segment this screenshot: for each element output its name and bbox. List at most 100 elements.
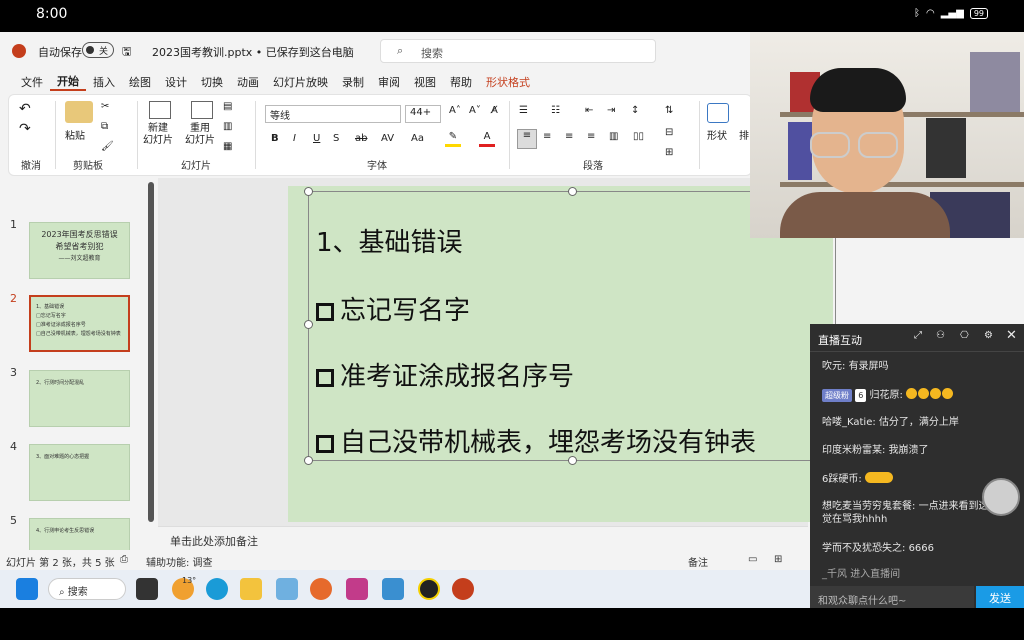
- thumb-number: 5: [10, 514, 17, 527]
- paste-icon[interactable]: [65, 101, 93, 123]
- document-title[interactable]: 2023国考教训.pptx • 已保存到这台电脑: [152, 44, 354, 60]
- thumbnail-slide-1[interactable]: 2023年国考反思错误 希望省考别犯 ——刘文超教育: [29, 222, 130, 279]
- thumbnail-scrollbar[interactable]: [148, 182, 154, 522]
- notes-toggle-icon[interactable]: ⎙: [120, 554, 128, 565]
- resize-handle[interactable]: [304, 187, 313, 196]
- numbering-icon[interactable]: ☷: [551, 105, 560, 116]
- tab-shape-format[interactable]: 形状格式: [479, 74, 537, 90]
- font-color-icon[interactable]: A: [479, 131, 495, 147]
- notes-button[interactable]: 备注: [688, 554, 708, 569]
- columns-icon[interactable]: ▯▯: [633, 131, 644, 142]
- font-name-select[interactable]: 等线: [265, 105, 401, 123]
- tab-view[interactable]: 视图: [407, 74, 443, 90]
- tab-animations[interactable]: 动画: [230, 74, 266, 90]
- task-view-icon[interactable]: [136, 578, 158, 600]
- format-painter-icon[interactable]: 🖌: [101, 141, 114, 152]
- user-settings-icon[interactable]: ⚇: [936, 330, 945, 341]
- layout-icon[interactable]: ▤: [223, 101, 232, 112]
- bullets-icon[interactable]: ☰: [519, 105, 528, 116]
- cut-icon[interactable]: ✂: [101, 101, 109, 112]
- text-direction-icon[interactable]: ⇅: [665, 105, 673, 116]
- search-box[interactable]: ⌕ 搜索: [380, 39, 656, 63]
- save-icon[interactable]: 🖫: [122, 43, 131, 62]
- resize-handle[interactable]: [568, 187, 577, 196]
- italic-button[interactable]: I: [293, 133, 296, 144]
- close-icon[interactable]: ✕: [1006, 328, 1017, 343]
- tab-transitions[interactable]: 切换: [194, 74, 230, 90]
- shapes-icon[interactable]: [707, 103, 729, 123]
- tab-file[interactable]: 文件: [14, 74, 50, 90]
- photos-icon[interactable]: [276, 578, 298, 600]
- signal-icon: ▂▄▆: [940, 8, 964, 19]
- thumbnail-slide-2[interactable]: 1、基础错误 □忘记写名字 □准考证涂成报名序号 □自己没带机械表，埋怨考场没有…: [29, 295, 130, 352]
- tab-review[interactable]: 审阅: [371, 74, 407, 90]
- shadow-button[interactable]: S: [333, 133, 339, 144]
- gear-icon[interactable]: ⚙: [984, 330, 993, 341]
- taskbar-search[interactable]: ⌕ 搜索: [48, 578, 126, 600]
- decrease-indent-icon[interactable]: ⇤: [585, 105, 593, 116]
- underline-button[interactable]: U: [313, 133, 320, 144]
- increase-indent-icon[interactable]: ⇥: [607, 105, 615, 116]
- thumbnail-slide-4[interactable]: 3、面对难题的心态把握: [29, 444, 130, 501]
- justify-button[interactable]: ≡: [587, 131, 595, 142]
- smartart-icon[interactable]: ⊞: [665, 147, 673, 158]
- highlight-icon[interactable]: ✎: [445, 131, 461, 147]
- resize-handle[interactable]: [304, 456, 313, 465]
- align-right-button[interactable]: ≡: [565, 131, 573, 142]
- align-center-button[interactable]: ≡: [543, 131, 551, 142]
- arrange-button[interactable]: 排: [739, 127, 749, 142]
- new-slide-button[interactable]: 新建 幻灯片: [143, 123, 173, 147]
- align-left-button[interactable]: ≡: [517, 129, 537, 149]
- font-size-select[interactable]: 44+: [405, 105, 441, 123]
- bold-button[interactable]: B: [271, 133, 279, 144]
- windows-start-icon[interactable]: [16, 578, 38, 600]
- notes-pane[interactable]: 单击此处添加备注: [158, 526, 808, 550]
- file-explorer-icon[interactable]: [240, 578, 262, 600]
- normal-view-icon[interactable]: ▭: [748, 554, 757, 565]
- autosave-toggle[interactable]: 关: [82, 42, 114, 58]
- copy-icon[interactable]: ⧉: [101, 121, 108, 132]
- shapes-button[interactable]: 形状: [707, 127, 727, 142]
- accessibility-status[interactable]: 辅助功能: 调查: [146, 554, 213, 569]
- thumbnail-slide-3[interactable]: 2、行测时间分配混乱: [29, 370, 130, 427]
- reuse-slide-button[interactable]: 重用 幻灯片: [185, 123, 215, 147]
- line-spacing-icon[interactable]: ↕: [631, 105, 639, 116]
- slide-thumbnails-pane: 1 2023年国考反思错误 希望省考别犯 ——刘文超教育 2 1、基础错误 □忘…: [0, 178, 158, 575]
- resize-handle[interactable]: [304, 320, 313, 329]
- slide-item: 自己没带机械表，埋怨考场没有钟表: [316, 422, 756, 459]
- align-text-icon[interactable]: ⊟: [665, 127, 673, 138]
- reset-icon[interactable]: ▥: [223, 121, 232, 132]
- paste-button[interactable]: 粘贴: [65, 127, 85, 142]
- record-app-icon[interactable]: [418, 578, 440, 600]
- distribute-button[interactable]: ▥: [609, 131, 618, 142]
- app-icon[interactable]: [382, 578, 404, 600]
- chat-input[interactable]: 和观众聊点什么吧~: [810, 586, 974, 608]
- send-button[interactable]: 发送: [976, 586, 1024, 608]
- tab-draw[interactable]: 绘图: [122, 74, 158, 90]
- firefox-icon[interactable]: [310, 578, 332, 600]
- snipping-icon[interactable]: [346, 578, 368, 600]
- undo-icon[interactable]: ↶: [19, 101, 31, 117]
- decrease-font-icon[interactable]: A˅: [469, 105, 481, 116]
- clear-format-icon[interactable]: A̸: [491, 105, 498, 116]
- char-spacing-icon[interactable]: AV: [381, 133, 394, 144]
- new-slide-icon[interactable]: [149, 101, 171, 119]
- section-icon[interactable]: ▦: [223, 141, 232, 152]
- popout-icon[interactable]: ⤢: [914, 330, 922, 341]
- change-case-icon[interactable]: Aa: [411, 133, 424, 144]
- redo-icon[interactable]: ↷: [19, 121, 31, 137]
- gift-icon[interactable]: ⎔: [960, 330, 969, 341]
- tab-design[interactable]: 设计: [158, 74, 194, 90]
- edge-icon[interactable]: [206, 578, 228, 600]
- increase-font-icon[interactable]: A˄: [449, 105, 461, 116]
- sorter-view-icon[interactable]: ⊞: [774, 554, 782, 565]
- reuse-slide-icon[interactable]: [191, 101, 213, 119]
- gift-avatar-icon[interactable]: [982, 478, 1020, 516]
- strikethrough-button[interactable]: ab: [355, 133, 367, 144]
- tab-insert[interactable]: 插入: [86, 74, 122, 90]
- tab-slideshow[interactable]: 幻灯片放映: [266, 74, 335, 90]
- powerpoint-taskbar-icon[interactable]: [452, 578, 474, 600]
- tab-record[interactable]: 录制: [335, 74, 371, 90]
- tab-help[interactable]: 帮助: [443, 74, 479, 90]
- tab-home[interactable]: 开始: [50, 73, 86, 91]
